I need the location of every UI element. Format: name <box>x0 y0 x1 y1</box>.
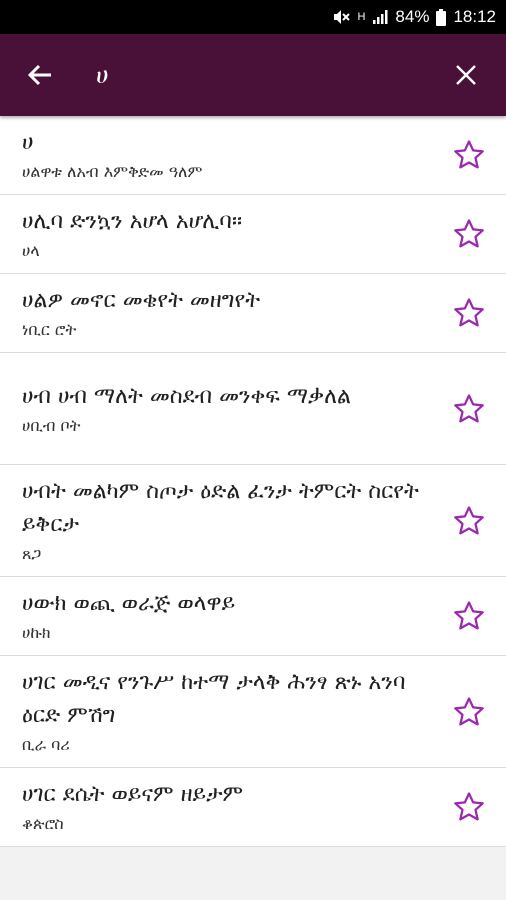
meaning-text: ሀቢብ ቦት <box>22 415 81 435</box>
star-outline-icon <box>454 298 484 327</box>
word-text: ሀሊባ ድንኳን አሆላ አሆሊባ። <box>22 209 243 234</box>
battery-icon <box>436 8 447 26</box>
results-list: ሀ ሀልዋቱ ለአብ እምቅድመ ዓለም ሀሊባ ድንኳን አሆላ አሆሊባ። … <box>0 116 506 847</box>
signal-icon <box>372 9 388 25</box>
network-type-label: H <box>357 11 366 23</box>
favorite-button[interactable] <box>442 494 496 548</box>
list-item[interactable]: ሀ ሀልዋቱ ለአብ እምቅድመ ዓለም <box>0 116 506 195</box>
arrow-back-icon <box>27 64 51 86</box>
meaning-text: ሀላ <box>22 241 40 260</box>
clock: 18:12 <box>453 7 496 26</box>
word-text: ሀብ ሀብ ማለት መስደብ መንቀፍ ማቃለል <box>22 383 351 409</box>
star-outline-icon <box>454 219 484 248</box>
favorite-button[interactable] <box>442 128 496 182</box>
list-item[interactable]: ሀውክ ወጪ ወራጅ ወላዋይ ሀኩክ <box>0 577 506 656</box>
list-item[interactable]: ሀብት መልካም ስጦታ ዕድል ፈንታ ትምርት ስርየት ይቅርታ ጸጋ <box>0 465 506 577</box>
meaning-text: ሀልዋቱ ለአብ እምቅድመ ዓለም <box>22 162 203 181</box>
favorite-button[interactable] <box>442 685 496 739</box>
star-outline-icon <box>454 792 484 821</box>
star-outline-icon <box>454 140 484 169</box>
close-icon <box>456 65 476 85</box>
mute-icon <box>332 8 351 26</box>
word-text: ሀብት መልካም ስጦታ ዕድል ፈንታ ትምርት ስርየት ይቅርታ <box>22 479 419 537</box>
back-button[interactable] <box>10 45 70 105</box>
word-text: ሀገር መዲና የንጉሥ ከተማ ታላቅ ሕንፃ ጽኑ አንባ ዕርድ ምሽግ <box>22 670 406 728</box>
search-field[interactable] <box>94 50 436 100</box>
status-bar: H 84% 18:12 <box>0 0 506 34</box>
list-item[interactable]: ሀብ ሀብ ማለት መስደብ መንቀፍ ማቃለል ሀቢብ ቦት <box>0 353 506 465</box>
meaning-text: ቢራ ባሪ <box>22 735 70 754</box>
star-outline-icon <box>454 696 484 725</box>
favorite-button[interactable] <box>442 286 496 340</box>
battery-percent: 84% <box>395 7 430 26</box>
list-item[interactable]: ሀገር መዲና የንጉሥ ከተማ ታላቅ ሕንፃ ጽኑ አንባ ዕርድ ምሽግ … <box>0 656 506 768</box>
word-text: ሀልዎ መኖር መቄየት መዘግየት <box>22 288 261 313</box>
search-input[interactable] <box>94 60 436 90</box>
favorite-button[interactable] <box>442 382 496 436</box>
favorite-button[interactable] <box>442 780 496 834</box>
word-text: ሀገር ደሴት ወይናም ዘይታም <box>22 782 244 807</box>
favorite-button[interactable] <box>442 589 496 643</box>
star-outline-icon <box>454 393 484 422</box>
meaning-text: ሀኩክ <box>22 623 51 642</box>
star-outline-icon <box>454 505 484 534</box>
list-item[interactable]: ሀልዎ መኖር መቄየት መዘግየት ነቢር ሮት <box>0 274 506 353</box>
clear-search-button[interactable] <box>436 45 496 105</box>
word-text: ሀ <box>22 130 34 155</box>
meaning-text: ነቢር ሮት <box>22 320 77 339</box>
list-item[interactable]: ሀገር ደሴት ወይናም ዘይታም ቆጵሮስ <box>0 768 506 847</box>
word-text: ሀውክ ወጪ ወራጅ ወላዋይ <box>22 591 236 616</box>
list-item[interactable]: ሀሊባ ድንኳን አሆላ አሆሊባ። ሀላ <box>0 195 506 274</box>
meaning-text: ጸጋ <box>22 544 42 563</box>
favorite-button[interactable] <box>442 207 496 261</box>
search-toolbar <box>0 34 506 116</box>
meaning-text: ቆጵሮስ <box>22 814 64 833</box>
star-outline-icon <box>454 601 484 630</box>
